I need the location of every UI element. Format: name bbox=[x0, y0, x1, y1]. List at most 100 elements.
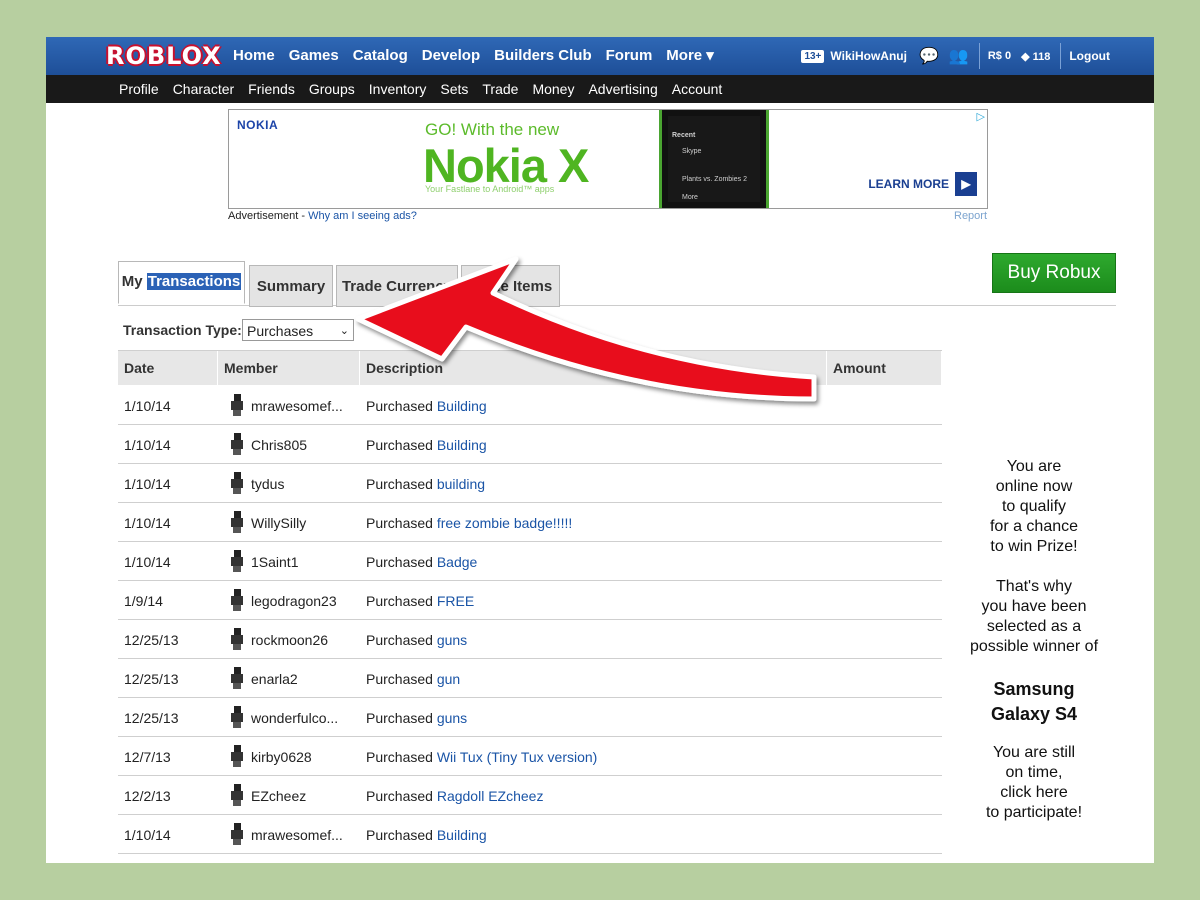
member-avatar-icon[interactable] bbox=[230, 433, 244, 455]
row-item-link[interactable]: building bbox=[437, 476, 485, 492]
member-avatar-icon[interactable] bbox=[230, 394, 244, 416]
member-avatar-icon[interactable] bbox=[230, 511, 244, 533]
member-avatar-icon[interactable] bbox=[230, 628, 244, 650]
member-avatar-icon[interactable] bbox=[230, 784, 244, 806]
subnav-trade[interactable]: Trade bbox=[482, 75, 518, 103]
table-row: 12/7/13 kirby0628 Purchased Wii Tux (Tiny … bbox=[118, 737, 942, 776]
member-avatar-icon[interactable] bbox=[230, 745, 244, 767]
row-item-link[interactable]: FREE bbox=[437, 593, 474, 609]
ad-banner[interactable]: NOKIA GO! With the new Nokia X Your Fast… bbox=[228, 109, 988, 209]
subnav-sets[interactable]: Sets bbox=[440, 75, 468, 103]
friends-icon[interactable]: 👥 bbox=[949, 46, 969, 66]
row-item-link[interactable]: Ragdoll EZcheez bbox=[437, 788, 544, 804]
row-member[interactable]: legodragon23 bbox=[251, 581, 337, 621]
row-member[interactable]: 1Saint1 bbox=[251, 542, 298, 582]
row-item-link[interactable]: free zombie badge!!!!! bbox=[437, 515, 572, 531]
subnav-account[interactable]: Account bbox=[672, 75, 723, 103]
nav-builders-club[interactable]: Builders Club bbox=[494, 37, 592, 75]
tickets-balance[interactable]: ◆ 118 bbox=[1021, 50, 1050, 63]
row-item-link[interactable]: guns bbox=[437, 632, 467, 648]
buy-robux-button[interactable]: Buy Robux bbox=[992, 253, 1116, 293]
row-item-link[interactable]: Badge bbox=[437, 554, 477, 570]
why-ads-link[interactable]: Why am I seeing ads? bbox=[308, 210, 417, 222]
table-row: 1/9/14 legodragon23 Purchased FREE bbox=[118, 581, 942, 620]
phone-app-1: Skype bbox=[682, 148, 702, 155]
row-action: Purchased bbox=[366, 749, 433, 765]
table-row: 1/10/14 mrawesomef... Purchased Building bbox=[118, 815, 942, 854]
nav-more[interactable]: More ▾ bbox=[666, 37, 714, 75]
tab-trade-currency[interactable]: Trade Currency bbox=[336, 265, 458, 307]
row-member[interactable]: Chris805 bbox=[251, 425, 307, 465]
promo-block-3: You are still on time, click here to partic… bbox=[946, 743, 1122, 823]
row-description: Purchased gun bbox=[366, 659, 460, 699]
robux-balance[interactable]: R$ 0 bbox=[988, 50, 1011, 62]
col-description[interactable]: Description bbox=[360, 351, 827, 385]
row-item-link[interactable]: Building bbox=[437, 827, 487, 843]
row-member[interactable]: mrawesomef... bbox=[251, 815, 343, 855]
table-row: 1/10/14 mrawesomef... Purchased Building bbox=[118, 386, 942, 425]
nav-games[interactable]: Games bbox=[289, 37, 339, 75]
row-member[interactable]: enarla2 bbox=[251, 659, 298, 699]
adchoices-icon[interactable]: ▷ bbox=[977, 110, 985, 123]
row-item-link[interactable]: guns bbox=[437, 710, 467, 726]
row-description: Purchased Building bbox=[366, 815, 487, 855]
promo-line: for a chance bbox=[989, 518, 1079, 535]
nav-catalog[interactable]: Catalog bbox=[353, 37, 408, 75]
promo-block-2: That's why you have been selected as a poss… bbox=[946, 577, 1122, 657]
subnav-friends[interactable]: Friends bbox=[248, 75, 295, 103]
row-member[interactable]: mrawesomef... bbox=[251, 386, 343, 426]
report-ad-link[interactable]: Report bbox=[954, 210, 987, 222]
tab-summary[interactable]: Summary bbox=[249, 265, 333, 307]
learn-more-button[interactable]: LEARN MORE ▶ bbox=[868, 172, 977, 196]
table-row: 12/25/13 rockmoon26 Purchased guns bbox=[118, 620, 942, 659]
subnav-inventory[interactable]: Inventory bbox=[369, 75, 427, 103]
col-date[interactable]: Date bbox=[118, 351, 218, 385]
tab-my-transactions[interactable]: My Transactions bbox=[118, 261, 245, 304]
logout-link[interactable]: Logout bbox=[1069, 49, 1110, 63]
phone-recent: Recent bbox=[672, 132, 696, 139]
row-member[interactable]: rockmoon26 bbox=[251, 620, 328, 660]
nav-forum[interactable]: Forum bbox=[606, 37, 653, 75]
row-item-link[interactable]: gun bbox=[437, 671, 460, 687]
row-action: Purchased bbox=[366, 593, 433, 609]
member-avatar-icon[interactable] bbox=[230, 550, 244, 572]
row-item-link[interactable]: Building bbox=[437, 398, 487, 414]
member-avatar-icon[interactable] bbox=[230, 667, 244, 689]
row-member[interactable]: WillySilly bbox=[251, 503, 306, 543]
prize-promo[interactable]: You are online now to qualify for a chance t… bbox=[946, 457, 1122, 823]
promo-line: on time, bbox=[1005, 764, 1063, 781]
row-action: Purchased bbox=[366, 632, 433, 648]
row-member[interactable]: wonderfulco... bbox=[251, 698, 338, 738]
age-badge: 13+ bbox=[801, 49, 825, 63]
col-member[interactable]: Member bbox=[218, 351, 360, 385]
promo-line: possible winner of bbox=[969, 638, 1099, 655]
subnav-profile[interactable]: Profile bbox=[119, 75, 159, 103]
row-member[interactable]: tydus bbox=[251, 464, 284, 504]
nav-develop[interactable]: Develop bbox=[422, 37, 480, 75]
row-action: Purchased bbox=[366, 554, 433, 570]
member-avatar-icon[interactable] bbox=[230, 472, 244, 494]
nav-home[interactable]: Home bbox=[233, 37, 275, 75]
sub-nav-bar: Profile Character Friends Groups Invento… bbox=[46, 75, 1154, 103]
subnav-groups[interactable]: Groups bbox=[309, 75, 355, 103]
row-item-link[interactable]: Wii Tux (Tiny Tux version) bbox=[437, 749, 598, 765]
subnav-character[interactable]: Character bbox=[173, 75, 234, 103]
row-item-link[interactable]: Building bbox=[437, 437, 487, 453]
roblox-logo[interactable]: ROBLOX bbox=[106, 42, 222, 70]
row-date: 1/10/14 bbox=[124, 398, 171, 414]
promo-line: to qualify bbox=[1001, 498, 1067, 515]
row-action: Purchased bbox=[366, 515, 433, 531]
member-avatar-icon[interactable] bbox=[230, 823, 244, 845]
subnav-advertising[interactable]: Advertising bbox=[588, 75, 657, 103]
row-member[interactable]: EZcheez bbox=[251, 776, 306, 816]
member-avatar-icon[interactable] bbox=[230, 589, 244, 611]
tab-trade-items[interactable]: Trade Items bbox=[461, 265, 560, 307]
row-member[interactable]: kirby0628 bbox=[251, 737, 312, 777]
member-avatar-icon[interactable] bbox=[230, 706, 244, 728]
transaction-type-select[interactable]: Purchases ⌄ bbox=[242, 319, 354, 341]
promo-line: you have been bbox=[981, 598, 1087, 615]
username-link[interactable]: WikiHowAnuj bbox=[830, 49, 907, 63]
subnav-money[interactable]: Money bbox=[532, 75, 574, 103]
messages-icon[interactable]: 💬 bbox=[919, 46, 939, 66]
col-amount[interactable]: Amount bbox=[827, 351, 942, 385]
